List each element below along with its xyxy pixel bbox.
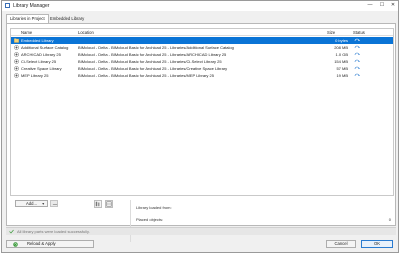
remove-library-button[interactable]: [50, 200, 58, 207]
library-settings-button[interactable]: [94, 200, 102, 208]
status-message: All library parts were loaded successful…: [17, 229, 90, 234]
column-location[interactable]: Location: [78, 29, 94, 36]
row-name: ARCHICAD Library 25: [21, 52, 61, 57]
loaded-status-icon: [354, 73, 360, 77]
close-button[interactable]: ✕: [389, 2, 397, 9]
chevron-down-icon: ▼: [41, 202, 45, 206]
title-bar: Library Manager — ☐ ✕: [2, 1, 398, 11]
cloud-library-icon: [14, 73, 19, 78]
cancel-button[interactable]: Cancel: [326, 240, 356, 248]
column-status[interactable]: Status: [353, 29, 365, 36]
row-name: Embedded Library: [21, 38, 54, 43]
list-row-creative-space-library[interactable]: Creative Space Library BIMcloud - Delta …: [11, 65, 393, 72]
row-size: 57 MB: [336, 66, 348, 71]
library-info-panel: Library loaded from: Placed objects: 0 P…: [130, 200, 394, 242]
list-row-archicad-library-25[interactable]: ARCHICAD Library 25 BIMcloud - Delta - B…: [11, 51, 393, 58]
row-location: BIMcloud - Delta - BIMcloud Basic for Ar…: [78, 52, 227, 57]
row-name: Additional Surface Catalog: [21, 45, 69, 50]
column-size[interactable]: Size: [327, 29, 335, 36]
placed-objects-value: 0: [388, 217, 391, 222]
list-header: Name Location Size Status: [11, 29, 393, 36]
cloud-library-icon: [14, 59, 19, 64]
add-library-button[interactable]: Add... ▼: [15, 200, 48, 207]
list-row-additional-surface-catalog[interactable]: Additional Surface Catalog BIMcloud - De…: [11, 44, 393, 51]
cloud-library-icon: [14, 52, 19, 57]
row-name: Creative Space Library: [21, 66, 62, 71]
placed-objects-label: Placed objects:: [136, 217, 164, 222]
status-bar: All library parts were loaded successful…: [6, 227, 396, 235]
add-button-label: Add...: [26, 201, 37, 206]
row-size: 19 MB: [336, 73, 348, 78]
library-loaded-from-label: Library loaded from:: [136, 205, 172, 210]
loaded-status-icon: [354, 52, 360, 56]
folder-icon: [14, 38, 19, 43]
archicad-app-icon: [5, 3, 10, 8]
ok-button[interactable]: OK: [361, 240, 393, 248]
reload-icon: [13, 242, 18, 247]
list-row-mep-library-25[interactable]: MEP Library 25 BIMcloud - Delta - BIMclo…: [11, 72, 393, 79]
maximize-button[interactable]: ☐: [378, 2, 386, 9]
row-size: 0 bytes: [335, 38, 348, 43]
minimize-button[interactable]: —: [366, 2, 374, 9]
column-name[interactable]: Name: [21, 29, 32, 36]
library-tools-icon: [95, 201, 100, 207]
checkmark-icon: [9, 229, 14, 234]
tab-embedded-library[interactable]: Embedded Library: [47, 14, 87, 23]
list-row-ci-select-library-25[interactable]: Ci-Select Library 25 BIMcloud - Delta - …: [11, 58, 393, 65]
row-location: BIMcloud - Delta - BIMcloud Basic for Ar…: [78, 45, 234, 50]
list-row-embedded-library[interactable]: Embedded Library 0 bytes: [11, 37, 393, 44]
row-size: 1.0 GB: [335, 52, 348, 57]
row-location: BIMcloud - Delta - BIMcloud Basic for Ar…: [78, 73, 214, 78]
row-size: 208 MB: [334, 45, 348, 50]
loaded-status-icon: [354, 59, 360, 63]
row-name: Ci-Select Library 25: [21, 59, 57, 64]
cloud-library-icon: [14, 45, 19, 50]
loaded-status-icon: [354, 66, 360, 70]
row-location: BIMcloud - Delta - BIMcloud Basic for Ar…: [78, 59, 222, 64]
library-info-button[interactable]: [105, 200, 113, 208]
reload-apply-label: Reload & Apply: [27, 241, 56, 246]
row-location: BIMcloud - Delta - BIMcloud Basic for Ar…: [78, 66, 228, 71]
row-name: MEP Library 25: [21, 73, 49, 78]
library-manager-window: Library Manager — ☐ ✕ Libraries in Proje…: [1, 0, 399, 253]
library-actions-area: Add... ▼ Library loaded from: Placed obj…: [10, 200, 394, 242]
loaded-status-icon: [354, 38, 360, 42]
window-title: Library Manager: [13, 3, 50, 9]
libraries-panel: Name Location Size Status Embedded Libra…: [6, 23, 396, 242]
remove-icon: [52, 203, 57, 205]
reload-apply-button[interactable]: Reload & Apply: [6, 240, 94, 248]
library-list[interactable]: Name Location Size Status Embedded Libra…: [10, 28, 394, 196]
cloud-library-icon: [14, 66, 19, 71]
loaded-status-icon: [354, 45, 360, 49]
library-object-icon: [106, 201, 112, 207]
row-size: 154 MB: [334, 59, 348, 64]
